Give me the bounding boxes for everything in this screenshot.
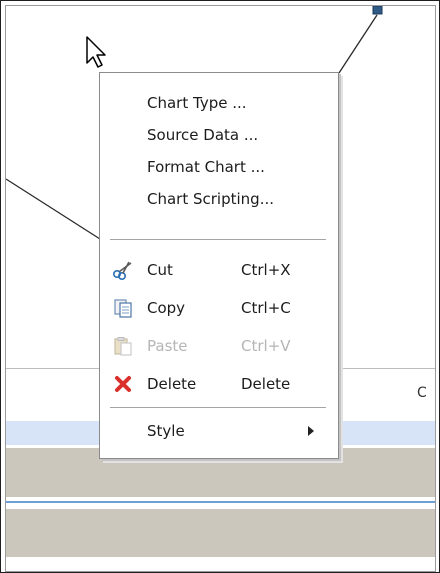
- chart-series-line-top: [338, 14, 378, 74]
- chart-context-menu: Chart Type ... Source Data ... Format Ch…: [99, 72, 339, 459]
- menu-item-chart-scripting[interactable]: Chart Scripting...: [100, 184, 338, 214]
- chart-window: C Chart Type ... Source Data ... Format …: [0, 0, 440, 573]
- menu-item-label: Paste: [147, 337, 188, 355]
- menu-separator: [110, 239, 326, 240]
- menu-item-chart-type[interactable]: Chart Type ...: [100, 88, 338, 118]
- menu-item-label: Chart Type ...: [147, 94, 247, 112]
- menu-item-shortcut: Delete: [241, 375, 291, 393]
- menu-item-shortcut: Ctrl+C: [241, 299, 291, 317]
- sheet-bottom-strip: [6, 557, 435, 570]
- paste-icon: [110, 335, 136, 357]
- menu-item-copy[interactable]: Copy Ctrl+C: [100, 293, 338, 323]
- menu-item-label: Chart Scripting...: [147, 190, 274, 208]
- chart-data-point-marker: [372, 5, 383, 15]
- menu-item-label: Format Chart ...: [147, 158, 265, 176]
- menu-item-label: Copy: [147, 299, 186, 317]
- menu-item-shortcut: Ctrl+V: [241, 337, 291, 355]
- menu-separator: [110, 407, 326, 408]
- sheet-row-divider: [6, 501, 435, 503]
- sheet-row-band-2[interactable]: [6, 509, 435, 557]
- copy-icon: [110, 297, 136, 319]
- menu-item-label: Source Data ...: [147, 126, 259, 144]
- column-header-c[interactable]: C: [417, 385, 427, 401]
- chart-series-line-left: [5, 178, 101, 240]
- menu-item-cut[interactable]: Cut Ctrl+X: [100, 255, 338, 285]
- menu-item-label: Style: [147, 422, 185, 440]
- delete-x-icon: [110, 373, 136, 395]
- scissors-icon: [110, 259, 136, 281]
- menu-item-delete[interactable]: Delete Delete: [100, 369, 338, 399]
- menu-item-paste[interactable]: Paste Ctrl+V: [100, 331, 338, 361]
- submenu-arrow-icon: [308, 426, 314, 436]
- menu-item-source-data[interactable]: Source Data ...: [100, 120, 338, 150]
- menu-item-label: Cut: [147, 261, 173, 279]
- mouse-cursor-icon: [86, 36, 106, 68]
- menu-item-label: Delete: [147, 375, 197, 393]
- menu-item-shortcut: Ctrl+X: [241, 261, 291, 279]
- menu-item-style[interactable]: Style: [100, 416, 338, 446]
- menu-item-format-chart[interactable]: Format Chart ...: [100, 152, 338, 182]
